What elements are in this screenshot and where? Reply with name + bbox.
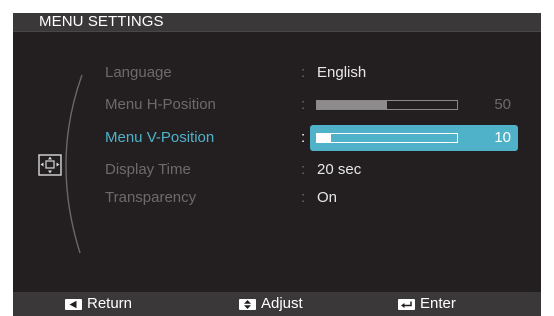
transparency-value: On bbox=[317, 189, 338, 206]
separator: : bbox=[301, 64, 306, 81]
menu-settings-icon bbox=[38, 154, 62, 176]
left-triangle-key-icon bbox=[65, 298, 82, 310]
h-position-value: 50 bbox=[494, 96, 511, 113]
enter-arrow-key-icon bbox=[398, 298, 415, 310]
h-position-slider-fill bbox=[317, 101, 387, 109]
menu-item-transparency[interactable]: Transparency bbox=[105, 188, 196, 208]
menu-arc-decoration bbox=[65, 74, 83, 254]
up-down-key-icon bbox=[239, 298, 256, 310]
menu-item-display-time[interactable]: Display Time bbox=[105, 160, 191, 180]
h-position-slider[interactable] bbox=[316, 100, 458, 110]
enter-label: Enter bbox=[420, 295, 456, 312]
menu-item-h-position[interactable]: Menu H-Position bbox=[105, 95, 216, 115]
v-position-slider[interactable] bbox=[316, 133, 458, 143]
separator: : bbox=[301, 189, 306, 206]
menu-item-language[interactable]: Language bbox=[105, 63, 172, 83]
separator: : bbox=[301, 129, 306, 146]
language-value: English bbox=[317, 64, 367, 81]
key-guide-bar: Return Adjust Enter bbox=[13, 292, 541, 316]
separator: : bbox=[301, 161, 306, 178]
adjust-button[interactable]: Adjust bbox=[239, 292, 303, 316]
return-label: Return bbox=[87, 295, 133, 312]
menu-item-v-position[interactable]: Menu V-Position bbox=[105, 128, 214, 148]
adjust-label: Adjust bbox=[261, 295, 303, 312]
display-time-value: 20 sec bbox=[317, 161, 362, 178]
return-button[interactable]: Return bbox=[65, 292, 132, 316]
v-position-slider-fill bbox=[317, 134, 331, 142]
enter-button[interactable]: Enter bbox=[398, 292, 456, 316]
separator: : bbox=[301, 96, 306, 113]
v-position-value: 10 bbox=[494, 129, 511, 146]
osd-menu-window: MENU SETTINGS Language : English Menu H-… bbox=[13, 13, 541, 316]
